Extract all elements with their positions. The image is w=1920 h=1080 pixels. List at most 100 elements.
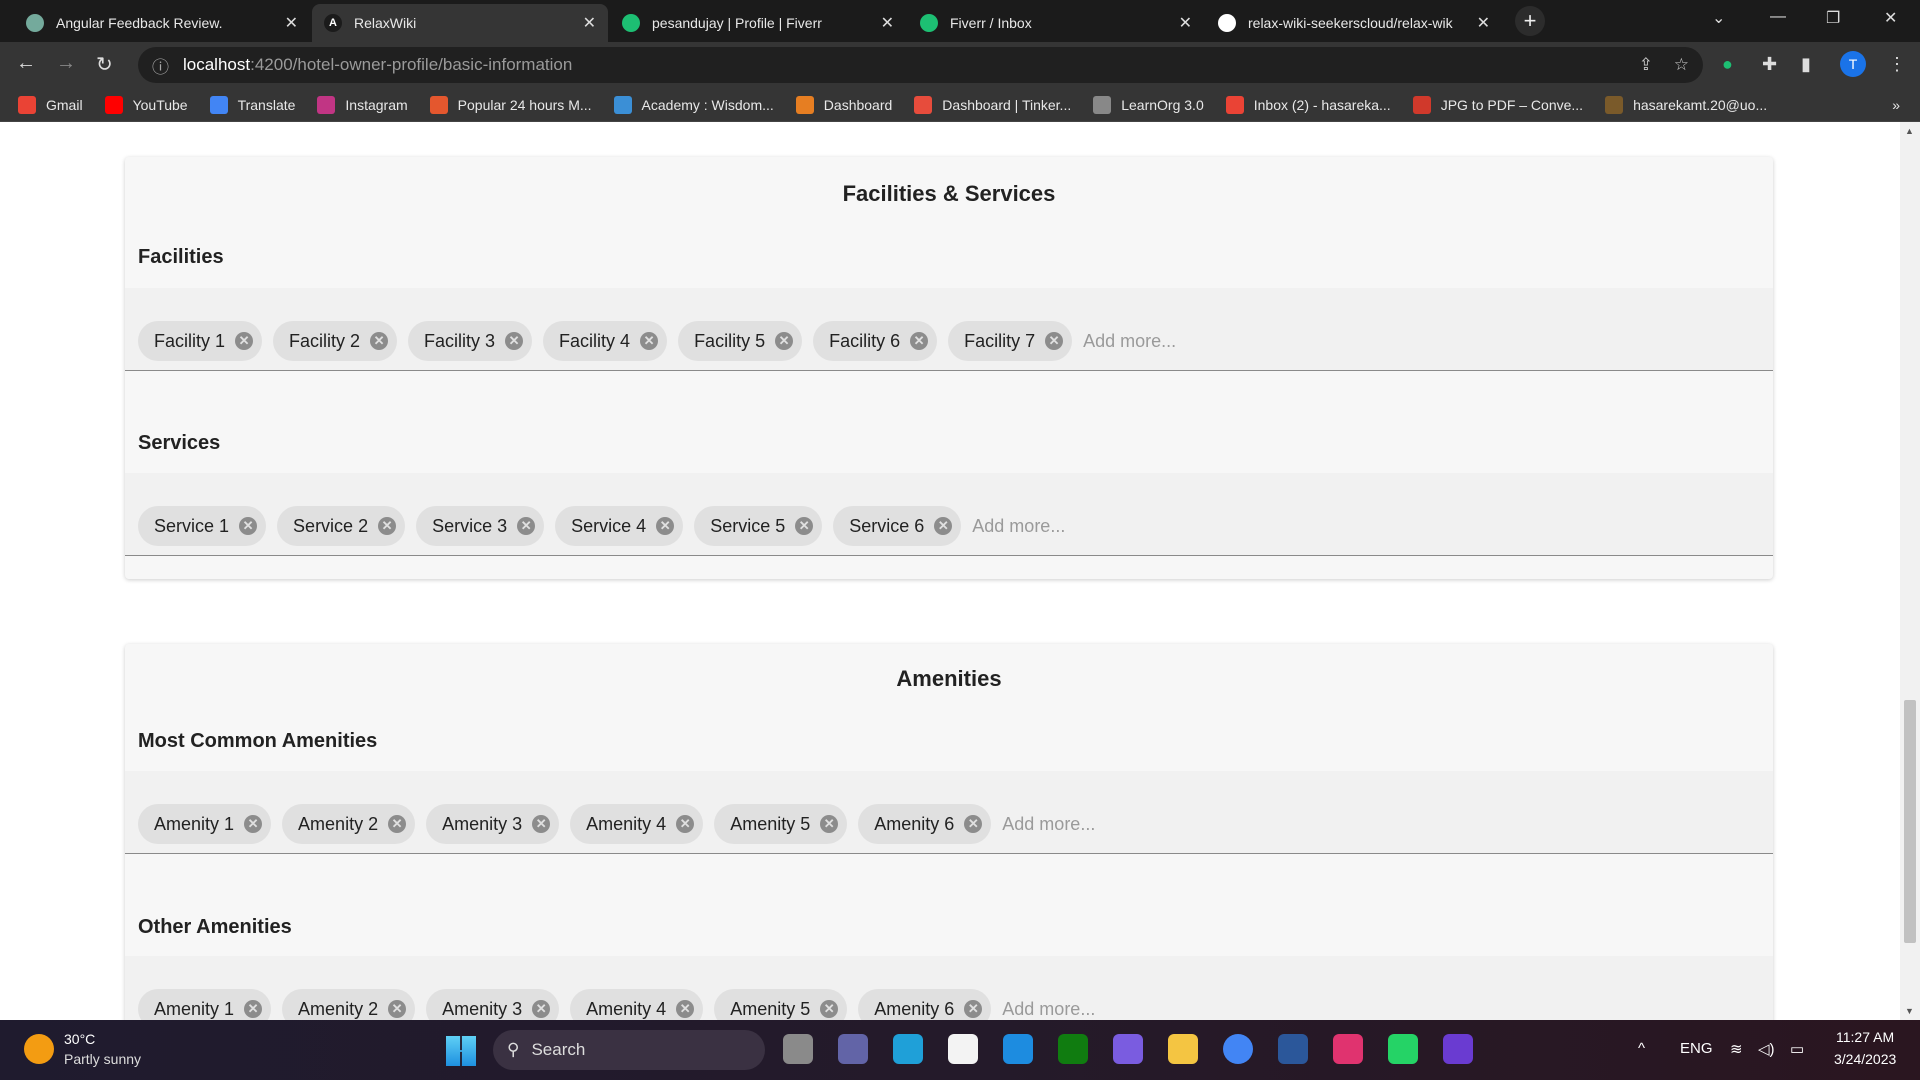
remove-chip-icon[interactable]: ✕	[964, 815, 983, 833]
wifi-icon[interactable]: ≋	[1730, 1040, 1743, 1058]
xbox-icon[interactable]	[1058, 1034, 1088, 1064]
remove-chip-icon[interactable]: ✕	[640, 332, 659, 350]
remove-chip-icon[interactable]: ✕	[378, 517, 397, 535]
weather-icon[interactable]	[24, 1034, 54, 1064]
browser-tab[interactable]: Fiverr / Inbox ✕	[908, 4, 1204, 42]
chevron-down-icon[interactable]: ⌄	[1712, 8, 1725, 28]
copilot-icon[interactable]	[1113, 1034, 1143, 1064]
mail-icon[interactable]	[1003, 1034, 1033, 1064]
facilities-chip-input[interactable]: Facility 1 ✕ Facility 2 ✕ Facility 3 ✕ Facilit…	[125, 288, 1773, 371]
bookmark-star-icon[interactable]: ☆	[1674, 55, 1689, 75]
remove-chip-icon[interactable]: ✕	[1045, 332, 1064, 350]
services-chip-input[interactable]: Service 1 ✕ Service 2 ✕ Service 3 ✕ Service 4 ✕…	[125, 473, 1773, 556]
remove-chip-icon[interactable]: ✕	[964, 1000, 983, 1018]
browser-tab[interactable]: A RelaxWiki ✕	[312, 4, 608, 42]
remove-chip-icon[interactable]: ✕	[656, 517, 675, 535]
word-icon[interactable]	[1278, 1034, 1308, 1064]
bookmark-item[interactable]: Popular 24 hours M...	[429, 95, 592, 114]
add-more-input[interactable]: Add more...	[1002, 989, 1095, 1020]
remove-chip-icon[interactable]: ✕	[239, 517, 258, 535]
intellij-icon[interactable]	[1333, 1034, 1363, 1064]
common-amenities-chip-input[interactable]: Amenity 1 ✕ Amenity 2 ✕ Amenity 3 ✕ Amenity 4 ✕…	[125, 771, 1773, 854]
add-more-input[interactable]: Add more...	[1083, 321, 1176, 361]
remove-chip-icon[interactable]: ✕	[388, 1000, 407, 1018]
remove-chip-icon[interactable]: ✕	[795, 517, 814, 535]
back-icon[interactable]: ←	[16, 52, 36, 75]
site-info-icon[interactable]: ⓘ	[152, 53, 169, 78]
remove-chip-icon[interactable]: ✕	[235, 332, 254, 350]
bookmark-item[interactable]: JPG to PDF – Conve...	[1412, 95, 1583, 114]
teams-icon[interactable]	[838, 1034, 868, 1064]
remove-chip-icon[interactable]: ✕	[820, 1000, 839, 1018]
address-bar[interactable]: ⓘ localhost:4200/hotel-owner-profile/bas…	[138, 47, 1703, 83]
remove-chip-icon[interactable]: ✕	[517, 517, 536, 535]
share-icon[interactable]: ⇪	[1639, 55, 1653, 75]
remove-chip-icon[interactable]: ✕	[532, 1000, 551, 1018]
file-viewer-icon[interactable]	[783, 1034, 813, 1064]
clock-time[interactable]: 11:27 AM	[1836, 1029, 1894, 1045]
remove-chip-icon[interactable]: ✕	[370, 332, 389, 350]
language-indicator[interactable]: ENG	[1680, 1040, 1713, 1057]
remove-chip-icon[interactable]: ✕	[244, 1000, 263, 1018]
side-panel-icon[interactable]: ▮	[1801, 54, 1811, 75]
file-explorer-icon[interactable]	[1168, 1034, 1198, 1064]
remove-chip-icon[interactable]: ✕	[676, 815, 695, 833]
reload-icon[interactable]: ↻	[96, 52, 113, 77]
scroll-down-icon[interactable]: ▼	[1905, 1006, 1914, 1016]
store-icon[interactable]	[948, 1034, 978, 1064]
tab-close-icon[interactable]: ✕	[583, 13, 596, 33]
remove-chip-icon[interactable]: ✕	[388, 815, 407, 833]
bookmark-item[interactable]: Gmail	[18, 95, 83, 114]
close-window-icon[interactable]: ✕	[1884, 8, 1897, 28]
windows-start-icon[interactable]	[446, 1036, 476, 1066]
bookmark-item[interactable]: Translate	[209, 95, 295, 114]
tab-close-icon[interactable]: ✕	[1179, 13, 1192, 33]
bookmark-item[interactable]: YouTube	[104, 95, 188, 114]
tab-close-icon[interactable]: ✕	[881, 13, 894, 33]
add-more-input[interactable]: Add more...	[1002, 804, 1095, 844]
browser-tab[interactable]: pesandujay | Profile | Fiverr ✕	[610, 4, 906, 42]
tab-close-icon[interactable]: ✕	[1477, 13, 1490, 33]
bookmark-item[interactable]: Dashboard | Tinker...	[914, 95, 1071, 114]
remove-chip-icon[interactable]: ✕	[820, 815, 839, 833]
bookmark-item[interactable]: Instagram	[317, 95, 408, 114]
bookmark-item[interactable]: Inbox (2) - hasareka...	[1225, 95, 1391, 114]
restore-icon[interactable]: ❐	[1826, 8, 1840, 28]
remove-chip-icon[interactable]: ✕	[676, 1000, 695, 1018]
visual-studio-icon[interactable]	[1443, 1034, 1473, 1064]
add-more-input[interactable]: Add more...	[972, 506, 1065, 546]
remove-chip-icon[interactable]: ✕	[505, 332, 524, 350]
clock-date[interactable]: 3/24/2023	[1834, 1051, 1896, 1067]
bookmark-item[interactable]: LearnOrg 3.0	[1093, 95, 1204, 114]
remove-chip-icon[interactable]: ✕	[910, 332, 929, 350]
tab-close-icon[interactable]: ✕	[285, 13, 298, 33]
remove-chip-icon[interactable]: ✕	[934, 517, 953, 535]
remove-chip-icon[interactable]: ✕	[244, 815, 263, 833]
page-scrollbar[interactable]: ▲ ▼	[1900, 122, 1920, 1020]
extension-icon[interactable]: ●	[1722, 54, 1733, 75]
bookmark-item[interactable]: hasarekamt.20@uo...	[1605, 95, 1767, 114]
taskbar-search[interactable]: ⚲ Search	[493, 1030, 765, 1070]
remove-chip-icon[interactable]: ✕	[532, 815, 551, 833]
scroll-up-icon[interactable]: ▲	[1905, 126, 1914, 136]
other-amenities-chip-input[interactable]: Amenity 1 ✕ Amenity 2 ✕ Amenity 3 ✕ Amenity 4 ✕…	[125, 956, 1773, 1020]
scrollbar-thumb[interactable]	[1904, 700, 1916, 943]
bookmarks-overflow-icon[interactable]: »	[1892, 97, 1900, 113]
edge-icon[interactable]	[893, 1034, 923, 1064]
tray-overflow-icon[interactable]: ^	[1638, 1040, 1645, 1057]
browser-tab[interactable]: relax-wiki-seekerscloud/relax-wik ✕	[1206, 4, 1502, 42]
extensions-puzzle-icon[interactable]: ✚	[1762, 54, 1777, 75]
new-tab-button[interactable]: +	[1515, 6, 1545, 36]
forward-icon[interactable]: →	[56, 52, 76, 75]
browser-tab[interactable]: Angular Feedback Review. ✕	[14, 4, 310, 42]
profile-avatar[interactable]: T	[1840, 51, 1866, 77]
whatsapp-icon[interactable]	[1388, 1034, 1418, 1064]
volume-icon[interactable]: ◁)	[1758, 1040, 1775, 1058]
menu-kebab-icon[interactable]: ⋮	[1888, 54, 1906, 75]
remove-chip-icon[interactable]: ✕	[775, 332, 794, 350]
bookmark-item[interactable]: Academy : Wisdom...	[613, 95, 774, 114]
minimize-icon[interactable]: —	[1770, 8, 1786, 26]
chrome-icon[interactable]	[1223, 1034, 1253, 1064]
battery-icon[interactable]: ▭	[1790, 1040, 1804, 1058]
bookmark-item[interactable]: Dashboard	[795, 95, 892, 114]
